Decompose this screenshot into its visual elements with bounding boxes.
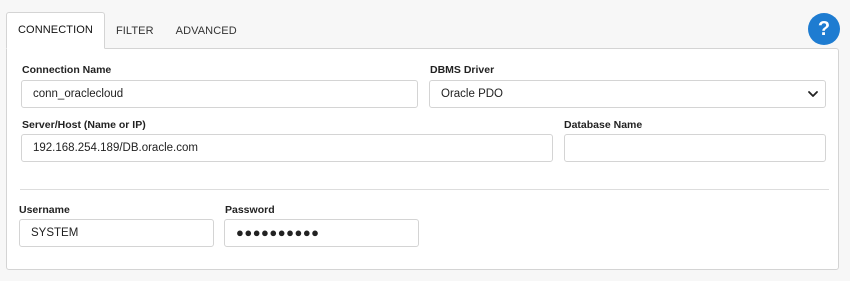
dbms-driver-select[interactable]: Oracle PDO [429, 80, 826, 108]
username-input[interactable]: SYSTEM [19, 219, 214, 247]
database-name-input[interactable] [564, 134, 826, 162]
question-mark-icon: ? [817, 17, 831, 40]
username-label: Username [19, 204, 70, 216]
password-input[interactable]: ●●●●●●●●●● [224, 219, 419, 247]
tab-filter[interactable]: FILTER [105, 14, 165, 49]
connection-name-label: Connection Name [22, 64, 112, 76]
tab-advanced[interactable]: ADVANCED [165, 14, 248, 49]
help-button[interactable]: ? [808, 13, 840, 45]
connection-panel: Connection Name conn_oraclecloud DBMS Dr… [6, 48, 839, 270]
tab-connection[interactable]: CONNECTION [6, 12, 105, 49]
server-host-input[interactable]: 192.168.254.189/DB.oracle.com [21, 134, 553, 162]
connection-name-input[interactable]: conn_oraclecloud [21, 80, 418, 108]
dbms-driver-value: Oracle PDO [441, 88, 503, 100]
dbms-driver-label: DBMS Driver [430, 64, 495, 76]
server-host-label: Server/Host (Name or IP) [22, 119, 146, 131]
tab-bar: CONNECTION FILTER ADVANCED [6, 12, 248, 49]
password-label: Password [225, 204, 275, 216]
database-name-label: Database Name [564, 119, 643, 131]
section-divider [20, 189, 829, 190]
chevron-down-icon [808, 91, 818, 97]
